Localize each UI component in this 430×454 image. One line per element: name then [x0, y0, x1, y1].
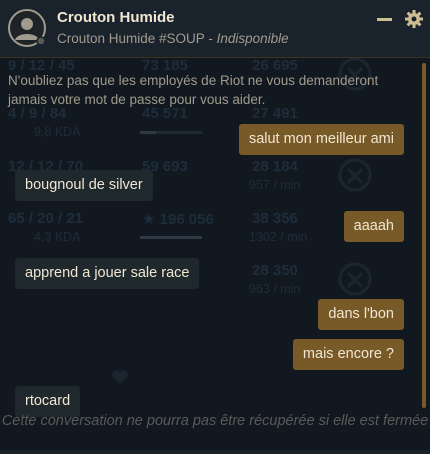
damage: 38 356: [252, 210, 298, 227]
outgoing-message: salut mon meilleur ami: [238, 124, 404, 155]
riot-id: Crouton Humide #SOUP: [57, 31, 205, 46]
chat-window: 9 / 12 / 45 73 185 26 695 4 / 9 / 84 9,8…: [0, 0, 430, 454]
contact-name: Crouton Humide: [57, 9, 175, 26]
security-notice: N'oubliez pas que les employés de Riot n…: [8, 73, 379, 107]
gold: ★ 196 056: [142, 211, 214, 228]
champion-emblem-icon: [338, 262, 372, 296]
kda: 65 / 20 / 21: [8, 210, 84, 227]
outgoing-message: mais encore ?: [292, 339, 404, 370]
gear-icon[interactable]: [404, 9, 424, 29]
champion-emblem-icon: [338, 158, 372, 192]
separator: -: [204, 31, 217, 46]
minimize-icon[interactable]: [377, 18, 392, 30]
gold-bar-fill: [140, 131, 156, 134]
presence-status: Indisponible: [216, 31, 289, 46]
gold-bar: [140, 236, 202, 239]
outgoing-message: aaaah: [343, 211, 404, 242]
kda-ratio: 9,8 KDA: [34, 125, 81, 139]
footer-divider: [0, 450, 430, 454]
damage-rate: 963 / min: [249, 282, 301, 296]
heart-icon: [112, 370, 128, 384]
gold-bar-fill: [140, 236, 202, 239]
chat-header: Crouton Humide Crouton Humide #SOUP - In…: [0, 0, 430, 58]
contact-subtitle: Crouton Humide #SOUP - Indisponible: [57, 31, 289, 46]
scrollbar-thumb[interactable]: [422, 63, 426, 408]
incoming-message: apprend a jouer sale race: [15, 258, 200, 289]
avatar-icon[interactable]: [7, 8, 47, 48]
damage-rate: 1302 / min: [249, 230, 308, 244]
damage: 28 184: [252, 158, 298, 175]
kda-ratio: 4,3 KDA: [34, 230, 81, 244]
damage-rate: 957 / min: [249, 178, 301, 192]
chat-scrollbar[interactable]: [422, 63, 426, 408]
damage: 28 350: [252, 262, 298, 279]
conversation-warning: Cette conversation ne pourra pas être ré…: [1, 413, 429, 429]
outgoing-message: dans l'bon: [318, 299, 404, 330]
gold-bar: [140, 131, 202, 134]
incoming-message: bougnoul de silver: [15, 170, 153, 201]
